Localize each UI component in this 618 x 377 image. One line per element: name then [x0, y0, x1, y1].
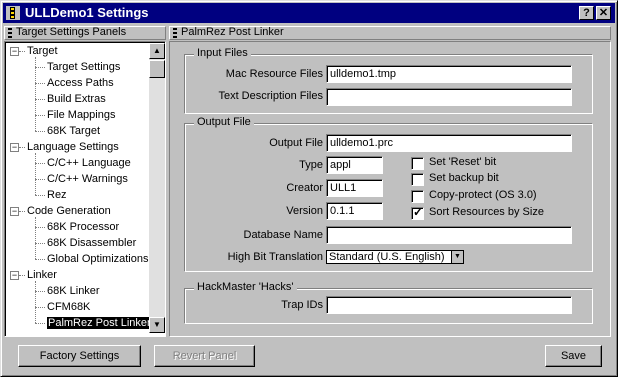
tree-item-68k-disassembler[interactable]: 68K Disassembler — [47, 236, 136, 251]
tree-connector — [35, 227, 45, 228]
sort-resources-checkbox[interactable] — [411, 205, 424, 220]
input-files-title: Input Files — [194, 47, 251, 59]
text-description-files-input[interactable] — [326, 88, 572, 106]
version-label: Version — [286, 205, 323, 217]
tree-connector — [35, 57, 36, 131]
set-backup-bit-checkbox[interactable] — [411, 173, 424, 186]
right-panel-header: PalmRez Post Linker — [169, 26, 611, 40]
high-bit-translation-value: Standard (U.S. English) — [329, 251, 445, 263]
collapse-icon[interactable]: − — [10, 47, 19, 56]
output-file-title: Output File — [194, 116, 254, 128]
tree-item-cfm68k[interactable]: CFM68K — [47, 300, 90, 315]
tree-connector — [19, 211, 25, 212]
collapse-icon[interactable]: − — [10, 143, 19, 152]
output-file-input[interactable]: ulldemo1.prc — [326, 134, 572, 152]
tree-connector — [35, 163, 45, 164]
factory-settings-button[interactable]: Factory Settings — [18, 345, 141, 367]
trap-ids-input[interactable] — [326, 296, 572, 314]
output-file-label: Output File — [269, 137, 323, 149]
tree-scrollbar[interactable]: ▲ ▼ — [149, 43, 165, 333]
tree-connector — [35, 99, 45, 100]
left-panel-title: Target Settings Panels — [16, 26, 127, 38]
tree-item-68k-target[interactable]: 68K Target — [47, 124, 100, 139]
grip-icon — [8, 28, 12, 38]
scroll-thumb[interactable] — [149, 60, 165, 78]
tree-connector — [35, 83, 45, 84]
creator-label: Creator — [286, 182, 323, 194]
hackmaster-title: HackMaster 'Hacks' — [194, 281, 297, 293]
right-panel-title: PalmRez Post Linker — [181, 26, 284, 38]
tree-connector — [35, 281, 36, 323]
database-name-label: Database Name — [243, 229, 324, 241]
tree-item-c-c-warnings[interactable]: C/C++ Warnings — [47, 172, 128, 187]
type-label: Type — [299, 159, 323, 171]
tree-connector — [35, 131, 45, 132]
tree-item-file-mappings[interactable]: File Mappings — [47, 108, 115, 123]
tree-item-target-settings[interactable]: Target Settings — [47, 60, 120, 75]
type-input[interactable]: appl — [326, 156, 383, 174]
tree-item-68k-processor[interactable]: 68K Processor — [47, 220, 119, 235]
mac-resource-files-input[interactable]: ulldemo1.tmp — [326, 65, 572, 83]
tree-connector — [35, 259, 45, 260]
tree-item-68k-linker[interactable]: 68K Linker — [47, 284, 100, 299]
creator-input[interactable]: ULL1 — [326, 179, 383, 197]
tree-item-rez[interactable]: Rez — [47, 188, 67, 203]
text-description-files-label: Text Description Files — [218, 90, 323, 102]
left-panel-header: Target Settings Panels — [4, 26, 166, 40]
tree-group-target[interactable]: Target — [27, 44, 58, 59]
revert-panel-button[interactable]: Revert Panel — [154, 345, 255, 367]
tree-connector — [35, 153, 36, 195]
tree-connector — [35, 195, 45, 196]
tree-connector — [35, 323, 45, 324]
tree-connector — [19, 147, 25, 148]
scroll-down-icon[interactable]: ▼ — [149, 317, 165, 333]
app-icon — [6, 6, 20, 20]
tree-connector — [35, 217, 36, 259]
version-input[interactable]: 0.1.1 — [326, 202, 383, 220]
tree-connector — [35, 243, 45, 244]
chevron-down-icon[interactable]: ▼ — [451, 251, 463, 263]
set-reset-bit-checkbox[interactable] — [411, 157, 424, 170]
tree-connector — [19, 51, 25, 52]
tree-group-language-settings[interactable]: Language Settings — [27, 140, 119, 155]
set-reset-bit-label: Set 'Reset' bit — [429, 156, 497, 168]
tree-item-global-optimizations[interactable]: Global Optimizations — [47, 252, 149, 267]
tree-item-build-extras[interactable]: Build Extras — [47, 92, 106, 107]
trap-ids-label: Trap IDs — [281, 299, 323, 311]
settings-window: ULLDemo1 Settings ? ✕ Target Settings Pa… — [0, 0, 618, 377]
tree-connector — [35, 115, 45, 116]
copy-protect-checkbox[interactable] — [411, 190, 424, 203]
tree-item-c-c-language[interactable]: C/C++ Language — [47, 156, 131, 171]
close-button[interactable]: ✕ — [596, 6, 611, 20]
high-bit-translation-select[interactable]: Standard (U.S. English) ▼ — [326, 250, 464, 264]
tree-item-access-paths[interactable]: Access Paths — [47, 76, 114, 91]
tree-connector — [35, 291, 45, 292]
title-bar[interactable]: ULLDemo1 Settings ? ✕ — [3, 3, 615, 23]
tree-group-code-generation[interactable]: Code Generation — [27, 204, 111, 219]
tree-connector — [35, 307, 45, 308]
tree-connector — [35, 67, 45, 68]
collapse-icon[interactable]: − — [10, 271, 19, 280]
window-title: ULLDemo1 Settings — [25, 5, 149, 20]
panel-tree-content: − Target Target Settings Access Paths Build … — [6, 42, 167, 336]
tree-connector — [35, 179, 45, 180]
set-backup-bit-label: Set backup bit — [429, 172, 499, 184]
high-bit-translation-label: High Bit Translation — [227, 251, 323, 263]
scroll-up-icon[interactable]: ▲ — [149, 43, 165, 59]
sort-resources-label: Sort Resources by Size — [429, 206, 544, 218]
help-button[interactable]: ? — [579, 6, 594, 20]
mac-resource-files-label: Mac Resource Files — [225, 68, 323, 80]
tree-group-linker[interactable]: Linker — [27, 268, 57, 283]
grip-icon — [173, 28, 177, 38]
tree-item-selected-label: PalmRez Post Linker — [47, 317, 152, 329]
database-name-input[interactable] — [326, 226, 572, 244]
copy-protect-label: Copy-protect (OS 3.0) — [429, 189, 537, 201]
collapse-icon[interactable]: − — [10, 207, 19, 216]
save-button[interactable]: Save — [545, 345, 602, 367]
tree-item-palmrez-post-linker[interactable]: PalmRez Post Linker — [47, 316, 152, 331]
tree-connector — [19, 275, 25, 276]
